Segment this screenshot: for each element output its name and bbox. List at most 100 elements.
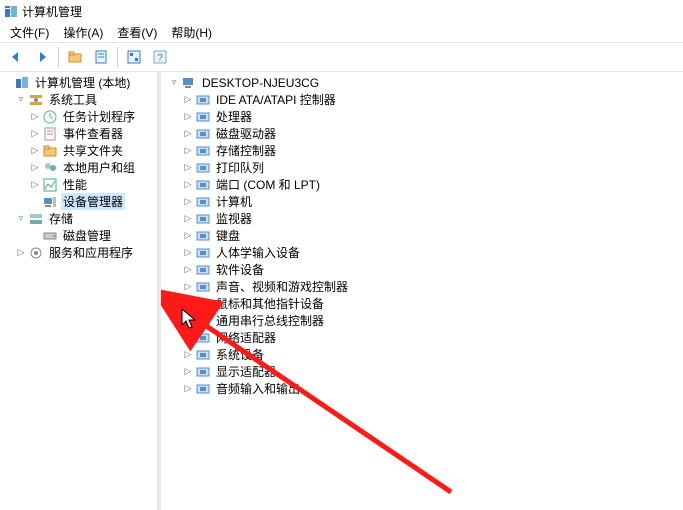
toolbar: ? bbox=[0, 42, 683, 72]
device-category[interactable]: ▷ 网络适配器 bbox=[161, 329, 683, 346]
device-category[interactable]: ▷ 人体学输入设备 bbox=[161, 244, 683, 261]
node-label: 服务和应用程序 bbox=[47, 244, 135, 261]
node-label: 处理器 bbox=[214, 108, 254, 125]
node-label: 人体学输入设备 bbox=[214, 244, 302, 261]
node-label: 端口 (COM 和 LPT) bbox=[214, 176, 322, 193]
node-local-users[interactable]: ▷ 本地用户和组 bbox=[0, 159, 157, 176]
title-bar: 计算机管理 bbox=[0, 0, 683, 22]
back-button[interactable] bbox=[4, 45, 28, 69]
node-system-tools[interactable]: ▿ 系统工具 bbox=[0, 91, 157, 108]
menu-help[interactable]: 帮助(H) bbox=[165, 22, 218, 43]
expander-icon[interactable]: ▷ bbox=[181, 161, 195, 175]
node-label: 本地用户和组 bbox=[61, 159, 137, 176]
expander-icon[interactable]: ▷ bbox=[181, 365, 195, 379]
node-device-manager[interactable]: ▷ 设备管理器 bbox=[0, 193, 157, 210]
expander-icon[interactable]: ▷ bbox=[181, 195, 195, 209]
storage-controller-icon bbox=[195, 143, 211, 159]
node-label: 计算机管理 (本地) bbox=[33, 74, 132, 91]
expander-icon[interactable]: ▷ bbox=[181, 127, 195, 141]
disk-management-icon bbox=[42, 228, 58, 244]
node-services-apps[interactable]: ▷ 服务和应用程序 bbox=[0, 244, 157, 261]
device-category[interactable]: ▷ 软件设备 bbox=[161, 261, 683, 278]
device-category[interactable]: ▷计算机 bbox=[161, 193, 683, 210]
expander-icon[interactable]: ▷ bbox=[14, 246, 28, 260]
node-storage[interactable]: ▿ 存储 bbox=[0, 210, 157, 227]
expander-icon[interactable]: ▷ bbox=[181, 314, 195, 328]
node-label: 软件设备 bbox=[214, 261, 266, 278]
device-category[interactable]: ▷磁盘驱动器 bbox=[161, 125, 683, 142]
expander-icon[interactable]: ▷ bbox=[181, 280, 195, 294]
hid-icon bbox=[195, 245, 211, 261]
computer-icon bbox=[195, 194, 211, 210]
node-event-viewer[interactable]: ▷ 事件查看器 bbox=[0, 125, 157, 142]
network-adapter-icon bbox=[195, 330, 211, 346]
node-performance[interactable]: ▷ 性能 bbox=[0, 176, 157, 193]
device-category[interactable]: ▷监视器 bbox=[161, 210, 683, 227]
toolbar-separator bbox=[117, 47, 118, 67]
device-category[interactable]: ▷ 处理器 bbox=[161, 108, 683, 125]
device-category[interactable]: ▷存储控制器 bbox=[161, 142, 683, 159]
expander-icon[interactable]: ▷ bbox=[181, 263, 195, 277]
expander-icon[interactable]: ▷ bbox=[181, 212, 195, 226]
expander-icon[interactable]: ▷ bbox=[181, 348, 195, 362]
device-category[interactable]: ▷ 系统设备 bbox=[161, 346, 683, 363]
expander-icon[interactable]: ▿ bbox=[14, 212, 28, 226]
event-viewer-icon bbox=[42, 126, 58, 142]
ide-controller-icon bbox=[195, 92, 211, 108]
expander-icon[interactable]: ▷ bbox=[181, 93, 195, 107]
expander-icon[interactable]: ▷ bbox=[181, 110, 195, 124]
device-category[interactable]: ▷通用串行总线控制器 bbox=[161, 312, 683, 329]
node-task-scheduler[interactable]: ▷ 任务计划程序 bbox=[0, 108, 157, 125]
node-label: 鼠标和其他指针设备 bbox=[214, 295, 326, 312]
monitor-icon bbox=[195, 211, 211, 227]
cpu-icon bbox=[195, 109, 211, 125]
properties-button[interactable] bbox=[89, 45, 113, 69]
services-apps-icon bbox=[28, 245, 44, 261]
keyboard-icon bbox=[195, 228, 211, 244]
expander-icon[interactable]: ▷ bbox=[28, 144, 42, 158]
port-icon bbox=[195, 177, 211, 193]
device-category[interactable]: ▷音频输入和输出 bbox=[161, 380, 683, 397]
device-category[interactable]: ▷IDE ATA/ATAPI 控制器 bbox=[161, 91, 683, 108]
app-icon bbox=[4, 4, 18, 18]
up-button[interactable] bbox=[63, 45, 87, 69]
menu-action[interactable]: 操作(A) bbox=[57, 22, 109, 43]
node-label: 任务计划程序 bbox=[61, 108, 137, 125]
expander-icon[interactable]: ▷ bbox=[181, 178, 195, 192]
forward-button[interactable] bbox=[30, 45, 54, 69]
expander-icon[interactable]: ▷ bbox=[28, 161, 42, 175]
refresh-button[interactable] bbox=[122, 45, 146, 69]
expander-icon[interactable]: ▷ bbox=[28, 127, 42, 141]
expander-icon[interactable]: ▷ bbox=[181, 331, 195, 345]
node-label: 系统设备 bbox=[214, 346, 266, 363]
node-label: 网络适配器 bbox=[214, 329, 278, 346]
device-root[interactable]: ▿ DESKTOP-NJEU3CG bbox=[161, 74, 683, 91]
menu-view[interactable]: 查看(V) bbox=[111, 22, 163, 43]
node-label: 声音、视频和游戏控制器 bbox=[214, 278, 350, 295]
node-label: 系统工具 bbox=[47, 91, 99, 108]
left-tree[interactable]: ▷ 计算机管理 (本地) ▿ 系统工具 bbox=[0, 72, 157, 510]
device-category[interactable]: ▷ 鼠标和其他指针设备 bbox=[161, 295, 683, 312]
expander-icon[interactable]: ▷ bbox=[181, 229, 195, 243]
node-disk-management[interactable]: ▷ 磁盘管理 bbox=[0, 227, 157, 244]
device-category[interactable]: ▷打印队列 bbox=[161, 159, 683, 176]
device-category[interactable]: ▷显示适配器 bbox=[161, 363, 683, 380]
device-category[interactable]: ▷ 端口 (COM 和 LPT) bbox=[161, 176, 683, 193]
node-shared-folders[interactable]: ▷ 共享文件夹 bbox=[0, 142, 157, 159]
svg-text:?: ? bbox=[157, 53, 163, 64]
expander-icon[interactable]: ▷ bbox=[181, 144, 195, 158]
expander-icon[interactable]: ▿ bbox=[14, 93, 28, 107]
expander-icon[interactable]: ▿ bbox=[167, 76, 181, 90]
help-button[interactable]: ? bbox=[148, 45, 172, 69]
right-tree[interactable]: ▿ DESKTOP-NJEU3CG ▷IDE ATA/ATAPI 控制器▷处理器… bbox=[161, 72, 683, 510]
device-category[interactable]: ▷ 声音、视频和游戏控制器 bbox=[161, 278, 683, 295]
disk-drive-icon bbox=[195, 126, 211, 142]
expander-icon[interactable]: ▷ bbox=[28, 110, 42, 124]
menu-file[interactable]: 文件(F) bbox=[4, 22, 55, 43]
expander-icon[interactable]: ▷ bbox=[181, 297, 195, 311]
expander-icon[interactable]: ▷ bbox=[181, 382, 195, 396]
device-category[interactable]: ▷键盘 bbox=[161, 227, 683, 244]
expander-icon[interactable]: ▷ bbox=[181, 246, 195, 260]
node-computer-management[interactable]: ▷ 计算机管理 (本地) bbox=[0, 74, 157, 91]
expander-icon[interactable]: ▷ bbox=[28, 178, 42, 192]
